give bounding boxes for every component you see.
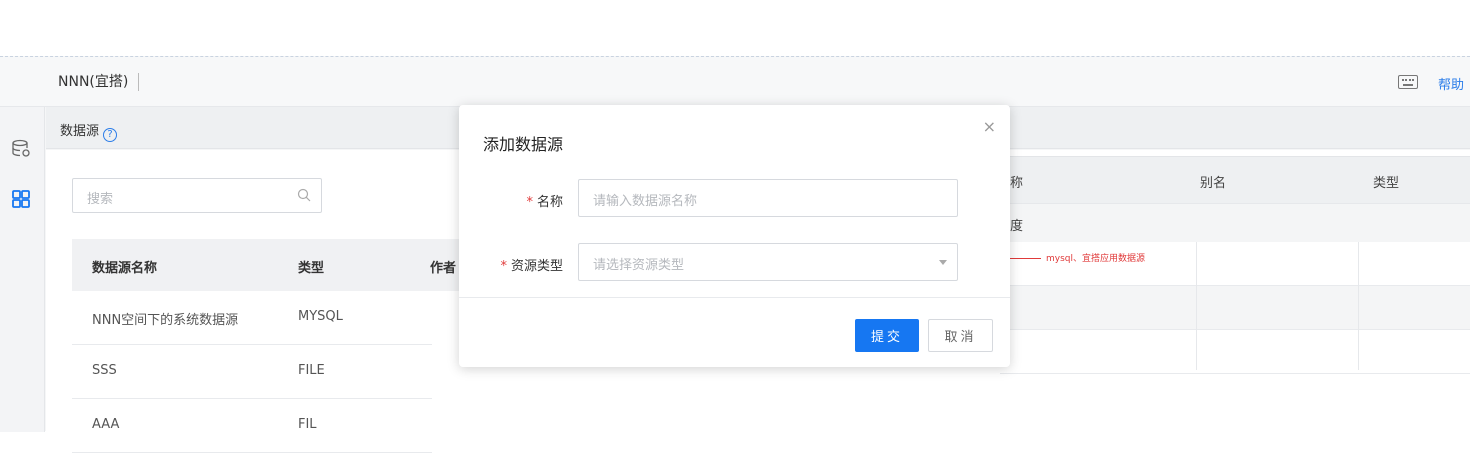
- field-grid-subrow: 度: [1000, 203, 1470, 242]
- field-col-name: 称: [1010, 176, 1024, 191]
- column-header-name: 数据源名称: [92, 261, 158, 276]
- cell-name: NNN空间下的系统数据源: [92, 313, 239, 328]
- grid-divider: [1196, 242, 1197, 370]
- search-placeholder: 搜索: [87, 192, 114, 207]
- dialog-title: 添加数据源: [483, 135, 564, 154]
- resource-type-placeholder: 请选择资源类型: [593, 258, 685, 273]
- dialog-footer: 提交 取消: [459, 297, 1010, 367]
- cell-type: FILE: [298, 363, 325, 378]
- help-circle-icon[interactable]: ?: [103, 128, 118, 142]
- field-grid-row[interactable]: [1000, 242, 1470, 286]
- name-field-label: * 名称: [499, 191, 563, 210]
- field-col-type: 类型: [1373, 176, 1400, 191]
- resource-type-select[interactable]: 请选择资源类型: [578, 243, 958, 281]
- field-col-alias: 别名: [1200, 176, 1227, 191]
- top-blank-area: [0, 0, 1470, 56]
- resource-type-label-text: 资源类型: [510, 259, 563, 274]
- cell-name: AAA: [92, 417, 120, 432]
- cell-type: MYSQL: [298, 309, 343, 324]
- grid-divider: [1358, 242, 1359, 370]
- field-subrow-text: 度: [1010, 219, 1024, 234]
- cancel-button[interactable]: 取消: [928, 319, 993, 352]
- resource-type-label: * 资源类型: [489, 255, 563, 274]
- app-header: NNN(宜搭) 帮助: [0, 57, 1470, 107]
- table-row[interactable]: AAA FIL: [72, 399, 432, 453]
- page-title: 数据源?: [60, 120, 118, 142]
- annotation-text: mysql、宜搭应用数据源: [1046, 254, 1145, 264]
- datasource-name-input[interactable]: 请输入数据源名称: [578, 179, 958, 217]
- column-header-type: 类型: [298, 261, 325, 276]
- page-title-text: 数据源: [60, 124, 100, 139]
- column-header-author: 作者: [430, 261, 457, 276]
- table-row[interactable]: NNN空间下的系统数据源 MYSQL: [72, 291, 432, 345]
- cell-name: SSS: [92, 363, 117, 378]
- add-datasource-dialog: 添加数据源 × * 名称 请输入数据源名称 * 资源类型 请选择资源类型 提交 取消: [459, 105, 1010, 367]
- field-grid-row[interactable]: [1000, 330, 1470, 374]
- chevron-down-icon: [939, 260, 947, 265]
- field-grid-row[interactable]: [1000, 286, 1470, 330]
- apps-grid-icon[interactable]: [11, 189, 31, 209]
- submit-button[interactable]: 提交: [855, 319, 919, 352]
- table-row[interactable]: SSS FILE: [72, 345, 432, 399]
- cell-type: FIL: [298, 417, 317, 432]
- name-input-placeholder: 请输入数据源名称: [593, 194, 698, 209]
- keyboard-icon[interactable]: [1398, 75, 1418, 89]
- name-label-text: 名称: [536, 195, 563, 210]
- close-icon[interactable]: ×: [983, 117, 996, 136]
- field-grid: 称 别名 类型 度: [1000, 156, 1470, 438]
- search-input[interactable]: 搜索: [72, 178, 322, 213]
- table-header: 数据源名称 类型 作者: [72, 239, 472, 291]
- search-icon[interactable]: [297, 188, 311, 202]
- app-title: NNN(宜搭): [58, 73, 140, 91]
- database-icon[interactable]: [11, 139, 31, 159]
- required-mark: *: [500, 259, 507, 274]
- required-mark: *: [526, 195, 533, 210]
- help-link[interactable]: 帮助: [1438, 74, 1464, 93]
- sidebar: [0, 107, 45, 432]
- field-grid-header: 称 别名 类型: [1000, 156, 1470, 203]
